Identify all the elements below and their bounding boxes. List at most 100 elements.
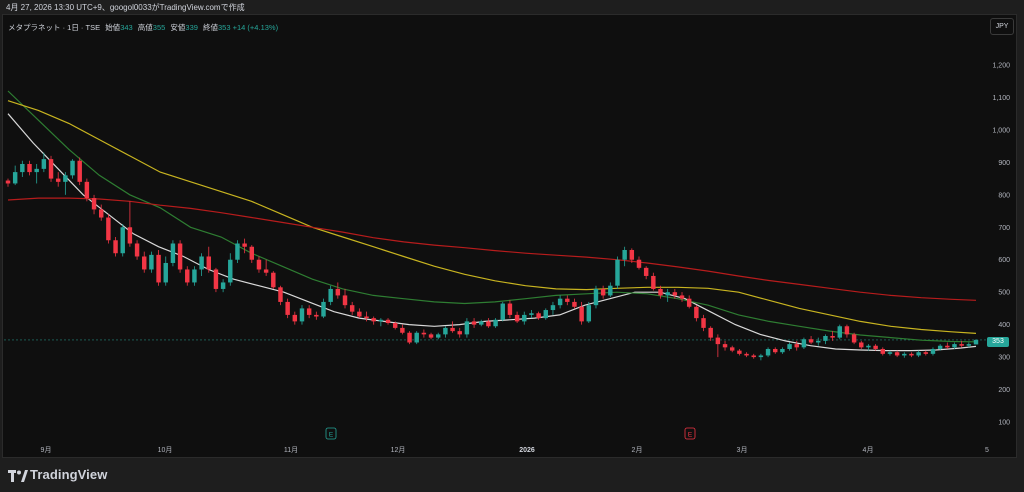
y-tick-label: 600 <box>998 257 1010 264</box>
candle-body <box>464 321 470 335</box>
moving-averages <box>7 90 977 352</box>
price-chart[interactable]: 100 200 300 400 500 600 700 800 900 1,000 1,100 1,2… <box>0 0 1024 460</box>
low-value: 339 <box>185 23 198 32</box>
close-value: 353 <box>218 23 231 32</box>
candle-body <box>851 334 857 343</box>
candle-body <box>629 249 635 260</box>
x-tick-label: 4月 <box>863 446 874 454</box>
candle-body <box>249 246 255 260</box>
candle-body <box>220 282 226 289</box>
candle-body <box>20 163 25 173</box>
candle-body <box>823 335 828 341</box>
candle-body <box>887 352 893 354</box>
candle-body <box>91 198 97 210</box>
brand-name[interactable]: TradingView <box>30 467 107 482</box>
candle-body <box>185 269 190 283</box>
candle-body <box>479 321 484 325</box>
candle-body <box>206 256 211 270</box>
candle-body <box>880 348 886 354</box>
candle-body <box>400 327 405 333</box>
candle-body <box>550 305 556 311</box>
candle-body <box>579 306 584 322</box>
moving-average-line <box>7 100 977 334</box>
candle-body <box>256 259 262 270</box>
candle-body <box>292 314 298 322</box>
candle-body <box>952 344 957 348</box>
high-value: 355 <box>152 23 166 32</box>
candle-body <box>435 334 441 338</box>
candle-body <box>923 352 929 354</box>
candle-body <box>686 298 692 307</box>
candle-body <box>349 305 355 312</box>
y-tick-label: 500 <box>998 290 1010 297</box>
candle-body <box>873 345 878 349</box>
candle-body <box>808 339 814 343</box>
candle-body <box>543 310 549 319</box>
candle-body <box>357 311 362 317</box>
candle-body <box>385 319 391 324</box>
candle-body <box>192 269 197 283</box>
candle-body <box>930 348 936 354</box>
candle-body <box>199 256 204 270</box>
y-tick-label: 1,200 <box>992 63 1010 70</box>
candle-body <box>421 332 427 335</box>
candle-body <box>306 308 312 315</box>
candle-body <box>414 332 419 343</box>
moving-average-line <box>7 90 977 343</box>
candle-body <box>228 259 233 283</box>
candle-body <box>565 298 570 302</box>
y-tick-label: 700 <box>998 225 1010 232</box>
candle-body <box>486 321 491 327</box>
candle-body <box>156 254 161 283</box>
y-tick-label: 300 <box>998 355 1010 362</box>
x-tick-label: 3月 <box>737 446 748 454</box>
y-tick-label: 900 <box>998 160 1010 167</box>
candle-body <box>679 295 685 299</box>
candle-body <box>48 159 54 179</box>
candle-body <box>34 168 39 173</box>
candle-body <box>751 355 756 358</box>
candle-body <box>371 318 376 322</box>
candle-body <box>866 345 871 348</box>
candle-body <box>378 319 384 322</box>
candle-body <box>98 209 104 218</box>
y-tick-label: 200 <box>998 387 1010 394</box>
candle-body <box>837 326 842 338</box>
candle-body <box>163 262 168 283</box>
candle-body <box>651 275 656 289</box>
candle-body <box>665 292 670 296</box>
candle-body <box>708 327 713 338</box>
candle-body <box>529 313 534 315</box>
candle-body <box>5 180 11 184</box>
close-label: 終値 <box>203 23 219 32</box>
candle-body <box>959 344 964 346</box>
candle-body <box>615 259 620 286</box>
last-price-tag: 353 <box>987 337 1009 347</box>
candle-body <box>744 353 749 356</box>
symbol-name[interactable]: メタプラネット · 1日 · TSE <box>8 23 100 32</box>
y-tick-label: 400 <box>998 322 1010 329</box>
candle-body <box>314 314 319 317</box>
price-axis: 100 200 300 400 500 600 700 800 900 1,000 1,100 1,2… <box>992 63 1010 427</box>
open-value: 343 <box>120 23 133 32</box>
candle-body <box>722 344 728 348</box>
candle-body <box>787 344 792 349</box>
chart-window: 4月 27, 2026 13:30 UTC+9、googol0033がTradi… <box>0 0 1024 492</box>
moving-average-line <box>7 197 977 301</box>
candle-body <box>507 303 513 315</box>
candle-body <box>285 301 290 315</box>
tradingview-logo-icon[interactable] <box>8 470 28 482</box>
candle-body <box>134 243 140 257</box>
candle-body <box>84 181 90 199</box>
symbol-legend: メタプラネット · 1日 · TSE 始値343 高値355 安値339 終値3… <box>8 22 278 33</box>
candle-body <box>608 285 613 296</box>
candle-body <box>658 288 663 296</box>
earnings-marker-label: E <box>688 432 693 439</box>
candle-body <box>801 339 807 348</box>
currency-button[interactable]: JPY <box>990 18 1014 35</box>
candle-body <box>271 272 276 288</box>
candle-body <box>263 269 269 273</box>
footer <box>0 460 1024 492</box>
candle-body <box>737 350 742 354</box>
y-tick-label: 1,000 <box>992 127 1010 134</box>
